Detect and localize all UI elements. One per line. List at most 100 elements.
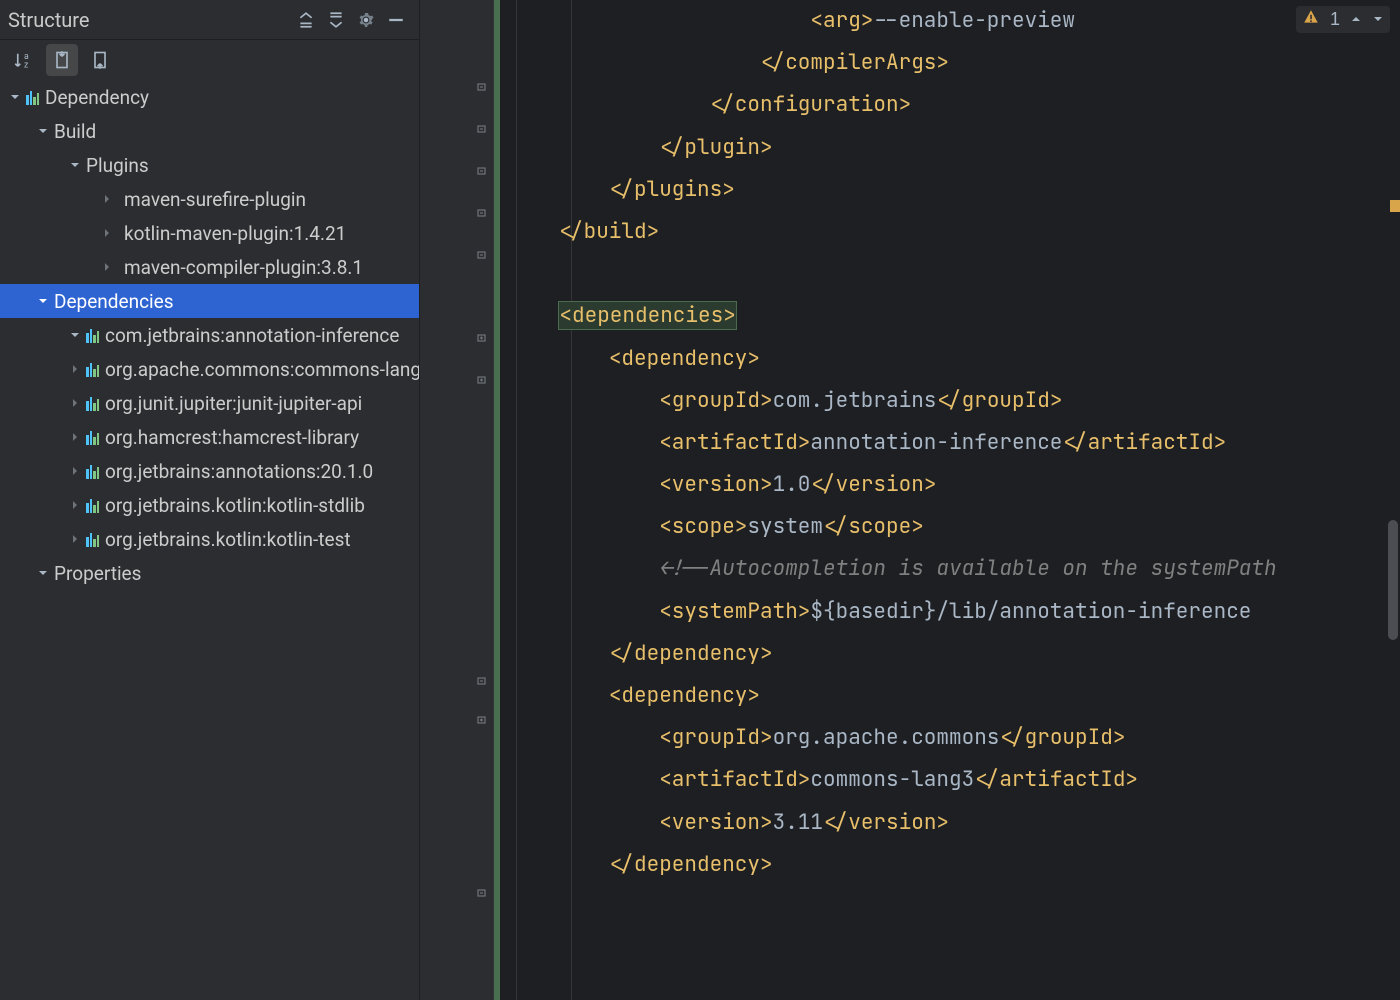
fold-marker-icon[interactable] xyxy=(477,158,493,172)
code-line: </build> xyxy=(500,211,1400,253)
tree-item-dependency-root[interactable]: Dependency xyxy=(0,80,419,114)
prev-problem-icon[interactable] xyxy=(1350,9,1362,30)
tree-item-dependency[interactable]: org.jetbrains:annotations:20.1.0 xyxy=(0,454,419,488)
code-line: <groupId>org.apache.commons</groupId> xyxy=(500,717,1400,759)
tree-item-label: Dependencies xyxy=(54,290,174,313)
structure-header: Structure xyxy=(0,0,419,40)
tree-item-label: org.junit.jupiter:junit-jupiter-api xyxy=(105,392,362,415)
fold-marker-icon[interactable] xyxy=(477,710,493,724)
code-line: <systemPath>${basedir}/lib/annotation-in… xyxy=(500,591,1400,633)
fold-marker-icon[interactable] xyxy=(477,668,493,682)
fold-marker-icon[interactable] xyxy=(477,880,493,894)
warning-icon xyxy=(1302,8,1320,31)
tree-item-label: org.jetbrains.kotlin:kotlin-stdlib xyxy=(105,494,365,517)
dependency-icon xyxy=(26,89,39,105)
expand-all-icon[interactable] xyxy=(291,5,321,35)
collapse-all-icon[interactable] xyxy=(321,5,351,35)
chevron-right-icon[interactable] xyxy=(98,190,116,208)
code-line: <dependency> xyxy=(500,338,1400,380)
chevron-down-icon[interactable] xyxy=(34,564,52,582)
code-line xyxy=(500,253,1400,295)
chevron-down-icon[interactable] xyxy=(34,122,52,140)
fold-marker-icon[interactable] xyxy=(477,116,493,130)
tree-item-dependency[interactable]: com.jetbrains:annotation-inference xyxy=(0,318,419,352)
code-editor[interactable]: <arg>--enable-preview </compilerArgs> </… xyxy=(420,0,1400,1000)
chevron-down-icon[interactable] xyxy=(6,88,24,106)
code-line: </dependency> xyxy=(500,844,1400,886)
minimize-icon[interactable] xyxy=(381,5,411,35)
tree-item-dependency[interactable]: org.hamcrest:hamcrest-library xyxy=(0,420,419,454)
svg-text:z: z xyxy=(24,61,29,71)
autoscroll-to-source-icon[interactable] xyxy=(46,44,78,76)
tree-item-label: maven-compiler-plugin:3.8.1 xyxy=(124,256,363,279)
vertical-scrollbar[interactable] xyxy=(1388,520,1398,640)
chevron-right-icon[interactable] xyxy=(66,462,84,480)
next-problem-icon[interactable] xyxy=(1372,9,1384,30)
chevron-right-icon[interactable] xyxy=(66,428,84,446)
structure-panel: Structure az Dependency xyxy=(0,0,420,1000)
chevron-right-icon[interactable] xyxy=(98,224,116,242)
sort-alpha-icon[interactable]: az xyxy=(8,44,40,76)
code-line: </configuration> xyxy=(500,84,1400,126)
gear-icon[interactable] xyxy=(351,5,381,35)
fold-marker-icon[interactable] xyxy=(477,328,493,342)
code-content[interactable]: <arg>--enable-preview </compilerArgs> </… xyxy=(500,0,1400,1000)
chevron-right-icon[interactable] xyxy=(66,394,84,412)
chevron-down-icon[interactable] xyxy=(66,156,84,174)
tree-item-label: maven-surefire-plugin xyxy=(124,188,306,211)
code-line: <artifactId>commons-lang3</artifactId> xyxy=(500,759,1400,801)
tree-item-label: Properties xyxy=(54,562,141,585)
fold-marker-icon[interactable] xyxy=(477,370,493,384)
code-line: <dependency> xyxy=(500,675,1400,717)
tree-item-dependencies[interactable]: Dependencies xyxy=(0,284,419,318)
tree-item-label: kotlin-maven-plugin:1.4.21 xyxy=(124,222,346,245)
chevron-right-icon[interactable] xyxy=(98,258,116,276)
code-line: <scope>system</scope> xyxy=(500,506,1400,548)
dependency-icon xyxy=(86,361,99,377)
tree-item-label: org.apache.commons:commons-lang3 xyxy=(105,358,419,381)
tree-item-plugin[interactable]: m kotlin-maven-plugin:1.4.21 xyxy=(0,216,419,250)
fold-marker-icon[interactable] xyxy=(477,74,493,88)
chevron-down-icon[interactable] xyxy=(66,326,84,344)
structure-tree: Dependency Build Plugins m maven-surefir… xyxy=(0,80,419,1000)
dependency-icon xyxy=(86,497,99,513)
fold-marker-icon[interactable] xyxy=(477,242,493,256)
dependency-icon xyxy=(86,463,99,479)
tree-item-label: Build xyxy=(54,120,96,143)
code-line: <dependencies> xyxy=(500,295,1400,337)
tree-item-dependency[interactable]: org.jetbrains.kotlin:kotlin-test xyxy=(0,522,419,556)
autoscroll-from-source-icon[interactable] xyxy=(84,44,116,76)
chevron-right-icon[interactable] xyxy=(66,360,84,378)
chevron-right-icon[interactable] xyxy=(66,530,84,548)
fold-marker-icon[interactable] xyxy=(477,200,493,214)
dependency-icon xyxy=(86,429,99,445)
code-line: <!--Autocompletion is available on the s… xyxy=(500,548,1400,590)
chevron-down-icon[interactable] xyxy=(34,292,52,310)
tree-item-dependency[interactable]: org.apache.commons:commons-lang3 xyxy=(0,352,419,386)
dependency-icon xyxy=(86,531,99,547)
code-line: </dependency> xyxy=(500,633,1400,675)
panel-title: Structure xyxy=(8,8,291,32)
code-line: <version>3.11</version> xyxy=(500,802,1400,844)
tree-item-properties[interactable]: Properties xyxy=(0,556,419,590)
dependency-icon xyxy=(86,327,99,343)
tree-item-build[interactable]: Build xyxy=(0,114,419,148)
structure-toolbar: az xyxy=(0,40,419,80)
tree-item-label: com.jetbrains:annotation-inference xyxy=(105,324,399,347)
tree-item-plugin[interactable]: m maven-compiler-plugin:3.8.1 xyxy=(0,250,419,284)
problems-widget[interactable]: 1 xyxy=(1296,6,1390,33)
problems-count: 1 xyxy=(1330,9,1340,30)
chevron-right-icon[interactable] xyxy=(66,496,84,514)
tree-item-label: Dependency xyxy=(45,86,149,109)
tree-item-plugin[interactable]: m maven-surefire-plugin xyxy=(0,182,419,216)
tree-item-dependency[interactable]: org.junit.jupiter:junit-jupiter-api xyxy=(0,386,419,420)
tree-item-label: org.jetbrains:annotations:20.1.0 xyxy=(105,460,373,483)
code-line: <groupId>com.jetbrains</groupId> xyxy=(500,380,1400,422)
tree-item-label: Plugins xyxy=(86,154,149,177)
tree-item-label: org.hamcrest:hamcrest-library xyxy=(105,426,359,449)
editor-gutter xyxy=(420,0,494,1000)
tree-item-plugins[interactable]: Plugins xyxy=(0,148,419,182)
dependency-icon xyxy=(86,395,99,411)
tree-item-dependency[interactable]: org.jetbrains.kotlin:kotlin-stdlib xyxy=(0,488,419,522)
scroll-marker[interactable] xyxy=(1390,200,1400,212)
